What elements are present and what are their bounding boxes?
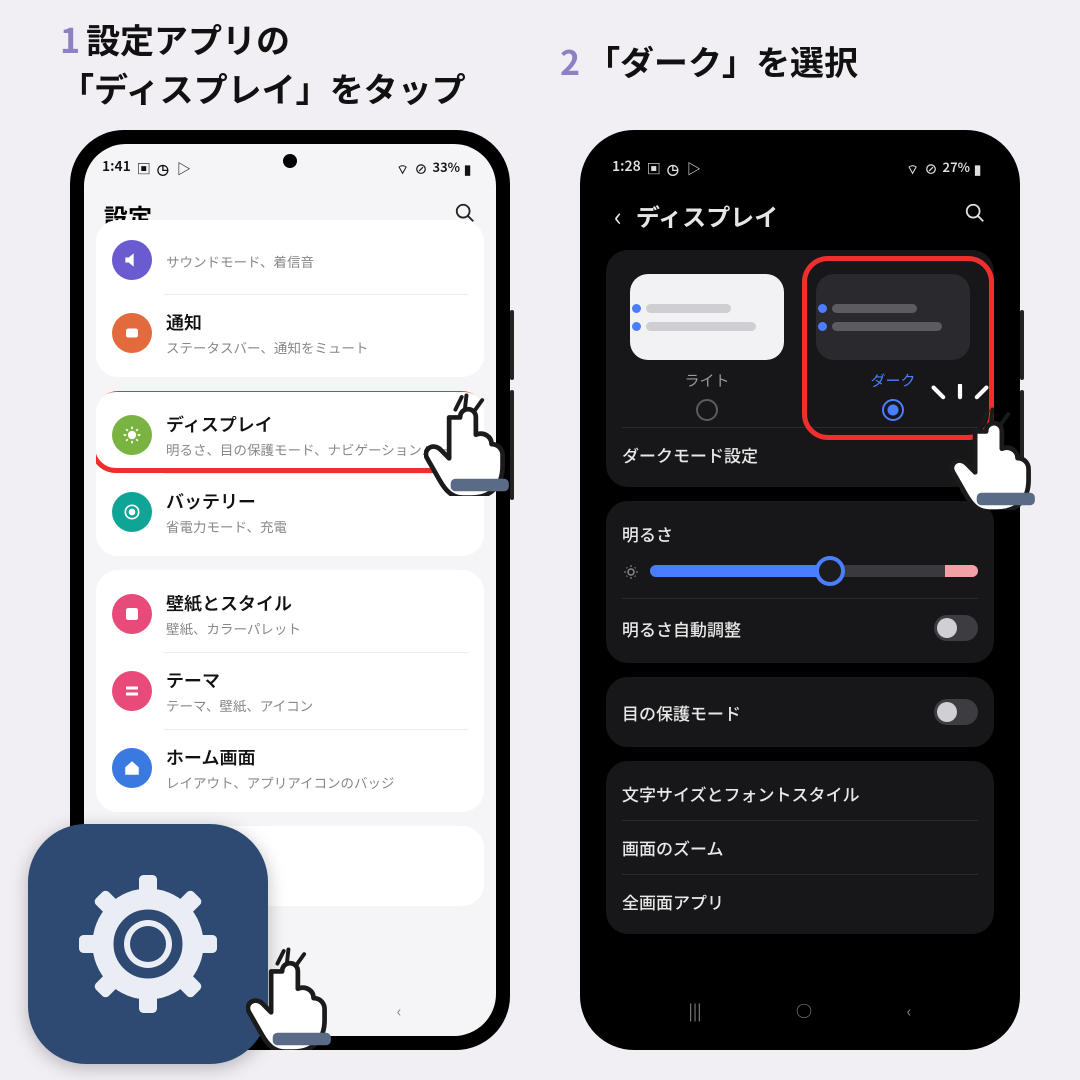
radio-light[interactable] [696, 399, 718, 421]
row-eye-comfort[interactable]: 目の保護モード [606, 683, 994, 741]
status-time: 1:28 [612, 156, 641, 176]
clock-icon: ◷ [157, 159, 171, 173]
row-theme[interactable]: テーマ テーマ、壁紙、アイコン [96, 653, 484, 729]
wallpaper-icon [112, 594, 152, 634]
theme-icon [112, 671, 152, 711]
nav-back-icon[interactable]: ‹ [907, 998, 912, 1022]
status-time: 1:41 [102, 156, 131, 176]
brightness-section: 明るさ [606, 507, 994, 598]
row-zoom[interactable]: 画面のズーム [606, 821, 994, 874]
nav-home-icon[interactable]: ○ [286, 998, 302, 1022]
image-icon: ▣ [137, 159, 151, 173]
row-darkmode-settings[interactable]: ダークモード設定 [606, 428, 994, 481]
battery-icon: ▮ [464, 159, 478, 173]
row-wallpaper[interactable]: 壁紙とスタイル 壁紙、カラーパレット [96, 576, 484, 652]
radio-dark[interactable] [882, 399, 904, 421]
brightness-slider[interactable] [622, 562, 978, 580]
toggle-eye-comfort[interactable] [934, 699, 978, 725]
home-icon [112, 748, 152, 788]
status-battery: 33% [433, 157, 460, 176]
step-1-caption: 1設定アプリの 「ディスプレイ」をタップ [60, 14, 466, 113]
toggle-auto-brightness[interactable] [934, 615, 978, 641]
notifications-icon [112, 313, 152, 353]
clock-icon: ◷ [667, 159, 681, 173]
android-navbar: ||| ○ ‹ [594, 992, 1006, 1028]
row-sound[interactable]: サウンドモード、着信音 [96, 226, 484, 294]
battery-icon [112, 492, 152, 532]
status-battery: 27% [943, 157, 970, 176]
row-display[interactable]: ディスプレイ 明るさ、目の保護モード、ナビゲーションバー [96, 397, 484, 473]
row-auto-brightness[interactable]: 明るさ自動調整 [606, 599, 994, 657]
screen-display: 1:28 ▣ ◷ ▷ ⌔ ⊘ 27% ▮ ‹ ディスプレイ [594, 144, 1006, 1036]
display-icon [112, 415, 152, 455]
row-notifications[interactable]: 通知 ステータスバー、通知をミュート [96, 295, 484, 371]
settings-app-icon[interactable] [28, 824, 268, 1064]
row-fullscreen-apps[interactable]: 全画面アプリ [606, 875, 994, 928]
play-icon: ▷ [177, 159, 191, 173]
nav-recents-icon[interactable]: ||| [689, 998, 702, 1022]
wifi-icon: ⌔ [397, 159, 411, 173]
play-icon: ▷ [687, 159, 701, 173]
row-battery[interactable]: バッテリー 省電力モード、充電 [96, 474, 484, 550]
back-icon[interactable]: ‹ [614, 197, 622, 234]
header: ‹ ディスプレイ [594, 180, 1006, 250]
step-2-caption: 2「ダーク」を選択 [560, 36, 858, 85]
page-title: ディスプレイ [636, 198, 964, 233]
search-icon[interactable] [964, 199, 986, 231]
image-icon: ▣ [647, 159, 661, 173]
mode-light[interactable]: ライト [622, 274, 792, 421]
sound-icon [112, 240, 152, 280]
phone-right: 1:28 ▣ ◷ ▷ ⌔ ⊘ 27% ▮ ‹ ディスプレイ [580, 130, 1020, 1050]
battery-icon: ▮ [974, 159, 988, 173]
mode-dark[interactable]: ダーク [808, 274, 978, 421]
nav-back-icon[interactable]: ‹ [397, 998, 402, 1022]
nodata-icon: ⊘ [415, 159, 429, 173]
row-font[interactable]: 文字サイズとフォントスタイル [606, 767, 994, 820]
row-home[interactable]: ホーム画面 レイアウト、アプリアイコンのバッジ [96, 730, 484, 806]
nodata-icon: ⊘ [925, 159, 939, 173]
sun-icon [622, 562, 640, 580]
wifi-icon: ⌔ [907, 159, 921, 173]
nav-home-icon[interactable]: ○ [796, 998, 812, 1022]
